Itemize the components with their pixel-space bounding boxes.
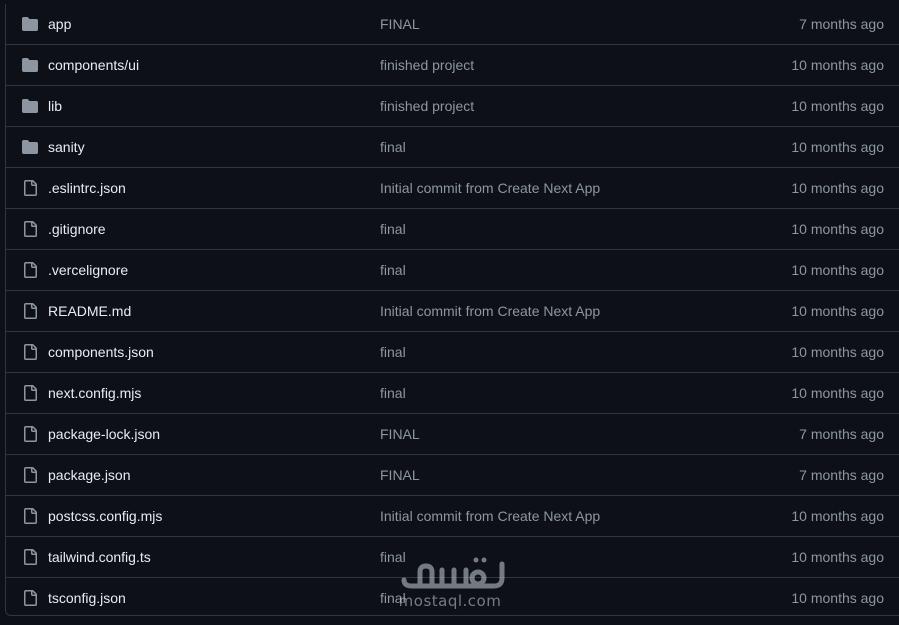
file-icon bbox=[22, 344, 38, 360]
file-name-link[interactable]: components.json bbox=[48, 343, 154, 361]
commit-message-link[interactable]: Initial commit from Create Next App bbox=[380, 179, 600, 197]
file-icon bbox=[22, 385, 38, 401]
file-name-link[interactable]: .eslintrc.json bbox=[48, 179, 126, 197]
commit-message-link[interactable]: finished project bbox=[380, 97, 474, 115]
file-name-link[interactable]: tailwind.config.ts bbox=[48, 548, 151, 566]
file-icon bbox=[22, 426, 38, 442]
commit-date: 10 months ago bbox=[791, 221, 884, 237]
file-name-link[interactable]: .gitignore bbox=[48, 220, 106, 238]
commit-message-link[interactable]: final bbox=[380, 138, 406, 156]
file-name-link[interactable]: app bbox=[48, 15, 71, 33]
file-icon bbox=[22, 590, 38, 606]
file-icon bbox=[22, 180, 38, 196]
commit-date: 10 months ago bbox=[791, 139, 884, 155]
commit-date: 10 months ago bbox=[791, 303, 884, 319]
file-row-sanity[interactable]: sanity final 10 months ago bbox=[6, 127, 899, 168]
commit-date: 10 months ago bbox=[791, 385, 884, 401]
folder-icon bbox=[22, 139, 38, 155]
file-row-components-json[interactable]: components.json final 10 months ago bbox=[6, 332, 899, 373]
file-icon bbox=[22, 549, 38, 565]
commit-message-link[interactable]: final bbox=[380, 589, 406, 607]
file-row-package-json[interactable]: package.json FINAL 7 months ago bbox=[6, 455, 899, 496]
commit-message-link[interactable]: FINAL bbox=[380, 15, 420, 33]
file-list: app FINAL 7 months ago components/ui fin… bbox=[5, 4, 899, 616]
file-row-next-config-mjs[interactable]: next.config.mjs final 10 months ago bbox=[6, 373, 899, 414]
file-row-tsconfig-json[interactable]: tsconfig.json final 10 months ago bbox=[6, 578, 899, 619]
file-icon bbox=[22, 221, 38, 237]
commit-message-link[interactable]: final bbox=[380, 261, 406, 279]
commit-date: 10 months ago bbox=[791, 262, 884, 278]
commit-message-link[interactable]: final bbox=[380, 548, 406, 566]
commit-date: 10 months ago bbox=[791, 344, 884, 360]
file-row-package-lock-json[interactable]: package-lock.json FINAL 7 months ago bbox=[6, 414, 899, 455]
folder-icon bbox=[22, 98, 38, 114]
file-row-readme-md[interactable]: README.md Initial commit from Create Nex… bbox=[6, 291, 899, 332]
file-row-postcss-config-mjs[interactable]: postcss.config.mjs Initial commit from C… bbox=[6, 496, 899, 537]
commit-message-link[interactable]: final bbox=[380, 343, 406, 361]
commit-message-link[interactable]: FINAL bbox=[380, 466, 420, 484]
commit-date: 10 months ago bbox=[791, 57, 884, 73]
file-row-components-ui[interactable]: components/ui finished project 10 months… bbox=[6, 45, 899, 86]
file-icon bbox=[22, 467, 38, 483]
file-name-link[interactable]: next.config.mjs bbox=[48, 384, 141, 402]
commit-message-link[interactable]: finished project bbox=[380, 56, 474, 74]
commit-date: 10 months ago bbox=[791, 180, 884, 196]
file-name-link[interactable]: components/ui bbox=[48, 56, 139, 74]
commit-date: 10 months ago bbox=[791, 98, 884, 114]
commit-date: 10 months ago bbox=[791, 549, 884, 565]
file-icon bbox=[22, 303, 38, 319]
file-name-link[interactable]: README.md bbox=[48, 302, 131, 320]
file-icon bbox=[22, 508, 38, 524]
file-name-link[interactable]: .vercelignore bbox=[48, 261, 128, 279]
commit-message-link[interactable]: final bbox=[380, 220, 406, 238]
file-icon bbox=[22, 262, 38, 278]
file-name-link[interactable]: sanity bbox=[48, 138, 85, 156]
commit-message-link[interactable]: final bbox=[380, 384, 406, 402]
file-name-link[interactable]: tsconfig.json bbox=[48, 589, 126, 607]
commit-date: 10 months ago bbox=[791, 590, 884, 606]
commit-message-link[interactable]: Initial commit from Create Next App bbox=[380, 507, 600, 525]
file-row-gitignore[interactable]: .gitignore final 10 months ago bbox=[6, 209, 899, 250]
file-row-eslintrc-json[interactable]: .eslintrc.json Initial commit from Creat… bbox=[6, 168, 899, 209]
commit-message-link[interactable]: FINAL bbox=[380, 425, 420, 443]
commit-date: 7 months ago bbox=[799, 16, 884, 32]
commit-date: 7 months ago bbox=[799, 467, 884, 483]
file-row-lib[interactable]: lib finished project 10 months ago bbox=[6, 86, 899, 127]
file-name-link[interactable]: package-lock.json bbox=[48, 425, 160, 443]
file-row-tailwind-config-ts[interactable]: tailwind.config.ts final 10 months ago bbox=[6, 537, 899, 578]
file-name-link[interactable]: package.json bbox=[48, 466, 131, 484]
file-name-link[interactable]: lib bbox=[48, 97, 62, 115]
file-row-vercelignore[interactable]: .vercelignore final 10 months ago bbox=[6, 250, 899, 291]
commit-date: 10 months ago bbox=[791, 508, 884, 524]
file-row-app[interactable]: app FINAL 7 months ago bbox=[6, 4, 899, 45]
folder-icon bbox=[22, 57, 38, 73]
folder-icon bbox=[22, 16, 38, 32]
commit-date: 7 months ago bbox=[799, 426, 884, 442]
file-name-link[interactable]: postcss.config.mjs bbox=[48, 507, 162, 525]
commit-message-link[interactable]: Initial commit from Create Next App bbox=[380, 302, 600, 320]
